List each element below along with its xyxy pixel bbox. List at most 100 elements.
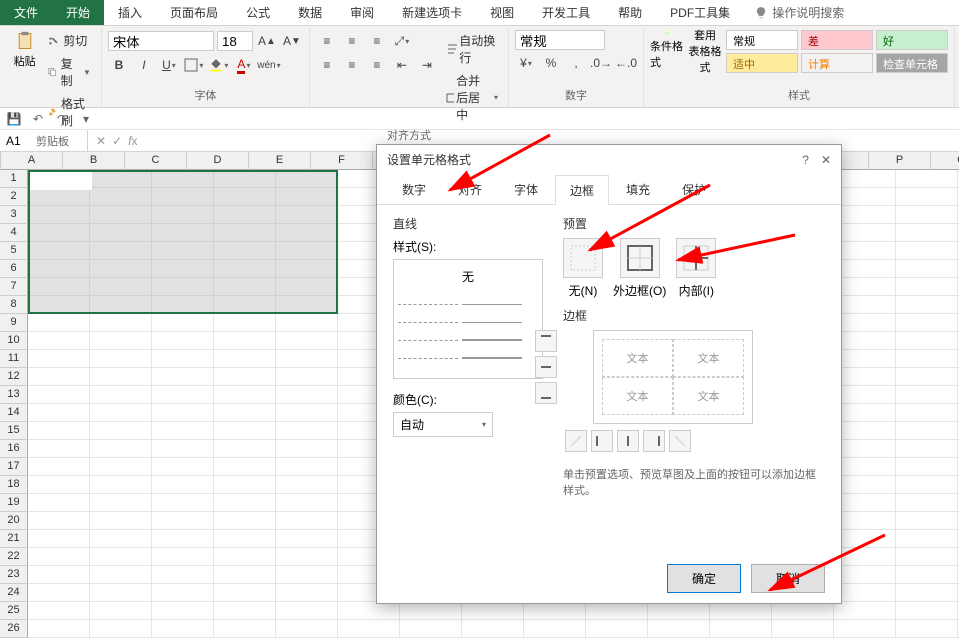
cell[interactable] xyxy=(276,620,338,638)
dialog-close-button[interactable]: ✕ xyxy=(821,153,831,167)
fill-color-button[interactable]: ▾ xyxy=(208,54,230,76)
col-header[interactable]: Q xyxy=(931,152,959,170)
qat-redo[interactable]: ↷ xyxy=(54,111,70,127)
cell[interactable] xyxy=(834,620,896,638)
cell[interactable] xyxy=(276,584,338,602)
cell[interactable] xyxy=(28,620,90,638)
cell[interactable] xyxy=(276,404,338,422)
tell-me-search[interactable]: 操作说明搜索 xyxy=(744,0,854,25)
cut-button[interactable]: 剪切 xyxy=(43,30,95,51)
cell[interactable] xyxy=(90,386,152,404)
row-header[interactable]: 6 xyxy=(0,260,28,278)
cell[interactable] xyxy=(896,530,958,548)
cell[interactable] xyxy=(834,206,896,224)
border-hmid-button[interactable] xyxy=(535,356,557,378)
dialog-help-button[interactable]: ? xyxy=(802,153,809,167)
cell[interactable] xyxy=(28,458,90,476)
cell[interactable] xyxy=(896,620,958,638)
cell[interactable] xyxy=(400,620,462,638)
row-header[interactable]: 20 xyxy=(0,512,28,530)
align-center-button[interactable]: ≡ xyxy=(341,54,363,76)
preset-none-button[interactable]: 无(N) xyxy=(563,238,603,299)
cell[interactable] xyxy=(28,404,90,422)
row-header[interactable]: 9 xyxy=(0,314,28,332)
row-header[interactable]: 15 xyxy=(0,422,28,440)
tab-insert[interactable]: 插入 xyxy=(104,0,156,25)
cell[interactable] xyxy=(28,440,90,458)
cell[interactable] xyxy=(214,386,276,404)
row-header[interactable]: 2 xyxy=(0,188,28,206)
cell[interactable] xyxy=(90,512,152,530)
cell[interactable] xyxy=(152,512,214,530)
cell[interactable] xyxy=(28,494,90,512)
style-good[interactable]: 好 xyxy=(876,30,948,50)
cell[interactable] xyxy=(896,602,958,620)
align-middle-button[interactable]: ≡ xyxy=(341,30,363,52)
cell[interactable] xyxy=(152,458,214,476)
increase-decimal-button[interactable]: .0→ xyxy=(590,52,612,74)
cell[interactable] xyxy=(28,332,90,350)
tab-home[interactable]: 开始 xyxy=(52,0,104,25)
tab-view[interactable]: 视图 xyxy=(476,0,528,25)
style-calc[interactable]: 计算 xyxy=(801,53,873,73)
cell[interactable] xyxy=(524,602,586,620)
tab-file[interactable]: 文件 xyxy=(0,0,52,25)
cell[interactable] xyxy=(276,566,338,584)
col-header[interactable]: D xyxy=(187,152,249,170)
cell[interactable] xyxy=(90,440,152,458)
cell[interactable] xyxy=(896,350,958,368)
row-header[interactable]: 25 xyxy=(0,602,28,620)
cell[interactable] xyxy=(338,602,400,620)
cell[interactable] xyxy=(152,440,214,458)
cell[interactable] xyxy=(276,494,338,512)
cell[interactable] xyxy=(276,422,338,440)
cell[interactable] xyxy=(152,350,214,368)
cell[interactable] xyxy=(896,548,958,566)
cell[interactable] xyxy=(28,350,90,368)
increase-indent-button[interactable]: ⇥ xyxy=(416,54,438,76)
row-header[interactable]: 21 xyxy=(0,530,28,548)
cell[interactable] xyxy=(896,422,958,440)
merge-center-button[interactable]: 合并后居中▾ xyxy=(442,70,502,125)
cell[interactable] xyxy=(214,566,276,584)
cell[interactable] xyxy=(834,332,896,350)
percent-button[interactable]: % xyxy=(540,52,562,74)
copy-button[interactable]: 复制▼ xyxy=(43,53,95,91)
cell[interactable] xyxy=(834,350,896,368)
italic-button[interactable]: I xyxy=(133,54,155,76)
cell[interactable] xyxy=(90,566,152,584)
row-header[interactable]: 26 xyxy=(0,620,28,638)
cell[interactable] xyxy=(28,584,90,602)
cell[interactable] xyxy=(896,260,958,278)
cell[interactable] xyxy=(834,494,896,512)
cell[interactable] xyxy=(152,386,214,404)
cell[interactable] xyxy=(152,476,214,494)
cell[interactable] xyxy=(834,458,896,476)
tab-help[interactable]: 帮助 xyxy=(604,0,656,25)
cell[interactable] xyxy=(276,368,338,386)
cell[interactable] xyxy=(462,602,524,620)
border-top-button[interactable] xyxy=(535,330,557,352)
cell[interactable] xyxy=(834,566,896,584)
cell[interactable] xyxy=(834,404,896,422)
number-format-select[interactable] xyxy=(515,30,605,50)
font-name-select[interactable] xyxy=(108,31,214,51)
cell[interactable] xyxy=(214,512,276,530)
cell[interactable] xyxy=(834,476,896,494)
cell[interactable] xyxy=(214,476,276,494)
cell[interactable] xyxy=(772,620,834,638)
font-color-button[interactable]: A▾ xyxy=(233,54,255,76)
cell[interactable] xyxy=(90,548,152,566)
border-button[interactable]: ▾ xyxy=(183,54,205,76)
decrease-indent-button[interactable]: ⇤ xyxy=(391,54,413,76)
row-header[interactable]: 8 xyxy=(0,296,28,314)
cell[interactable] xyxy=(834,260,896,278)
cell[interactable] xyxy=(834,242,896,260)
row-header[interactable]: 17 xyxy=(0,458,28,476)
cell[interactable] xyxy=(214,422,276,440)
cell[interactable] xyxy=(90,476,152,494)
col-header[interactable]: E xyxy=(249,152,311,170)
col-header[interactable]: P xyxy=(869,152,931,170)
cell[interactable] xyxy=(90,602,152,620)
cell[interactable] xyxy=(28,566,90,584)
